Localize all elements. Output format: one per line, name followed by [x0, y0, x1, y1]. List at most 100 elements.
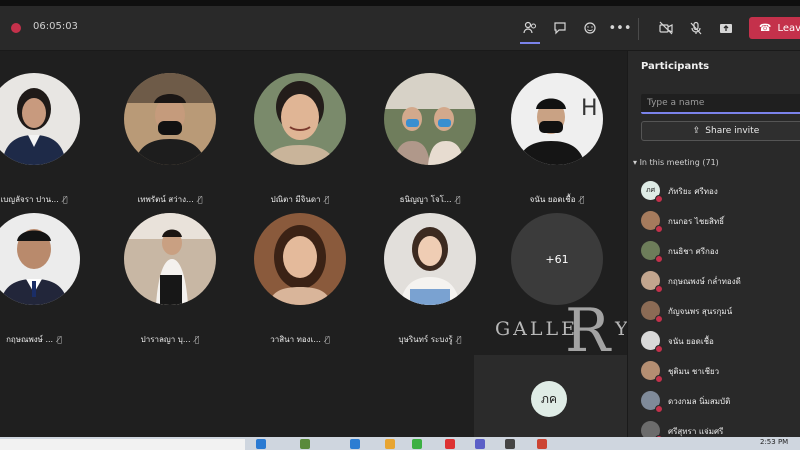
avatar [0, 213, 80, 305]
meeting-toolbar: 06:05:03 ••• ☎ Leave [0, 6, 800, 51]
participant-tile[interactable]: ปาราลญา บุ... 🎙̸ [110, 213, 230, 353]
participant-name: ชุติมน ชาเชียว [668, 367, 720, 376]
share-icon: ⇪ [692, 126, 701, 136]
camera-off-icon[interactable] [654, 16, 678, 40]
list-item[interactable]: กัญจนพร สุนรกุมน์ [641, 299, 800, 329]
participant-name: กนธิชา ศรีกอง [668, 247, 719, 256]
participant-name: จนัน ยอดเชื้อ [668, 337, 714, 346]
participant-tile[interactable]: บุษรินทร์ ระบงรู้ 🎙̸ [370, 213, 490, 353]
phone-icon: ☎ [759, 22, 772, 34]
taskbar-app-icon[interactable] [385, 439, 395, 449]
status-dot [655, 375, 663, 383]
meeting-timer: 06:05:03 [33, 21, 78, 32]
taskbar-app-icon[interactable] [256, 439, 266, 449]
taskbar-clock[interactable]: 2:53 PM [760, 438, 788, 446]
mic-muted-icon: 🎙̸ [324, 195, 330, 204]
participants-panel: Participants Type a name ⇪ Share invite … [627, 51, 800, 443]
share-tray-icon[interactable] [714, 16, 738, 40]
participant-tile[interactable]: ธนิญญา โจโ... 🎙̸ [370, 73, 490, 213]
section-header-in-meeting[interactable]: ▾ In this meeting (71) [633, 158, 719, 167]
avatar [384, 213, 476, 305]
avatar [0, 73, 80, 165]
more-icon[interactable]: ••• [608, 16, 632, 40]
participant-name: กัญจนพร สุนรกุมน์ [668, 307, 733, 316]
mic-muted-icon: 🎙̸ [194, 335, 200, 344]
share-invite-button[interactable]: ⇪ Share invite [641, 121, 800, 141]
participant-name: ปาราลญา บุ... 🎙̸ [140, 335, 200, 344]
mic-muted-icon: 🎙̸ [579, 195, 585, 204]
avatar [384, 73, 476, 165]
participant-tile[interactable]: กฤษณพงษ์ ... 🎙̸ [0, 213, 94, 353]
list-item[interactable]: จนัน ยอดเชื้อ [641, 329, 800, 359]
self-view-tile[interactable]: ภค [474, 355, 627, 441]
svg-text:H: H [581, 96, 598, 121]
more-participants-tile[interactable]: +61 [497, 213, 617, 353]
list-item[interactable]: กนธิชา ศรีกอง [641, 239, 800, 269]
status-dot [655, 315, 663, 323]
status-dot [655, 405, 663, 413]
mic-muted-icon: 🎙̸ [456, 335, 462, 344]
list-item[interactable]: ชุติมน ชาเชียว [641, 359, 800, 389]
mic-muted-icon: 🎙̸ [57, 335, 62, 344]
participant-name: ภัทริยะ ศรีทอง [668, 187, 718, 196]
participant-name: เบญลัจรา ปาน... 🎙̸ [0, 195, 68, 204]
status-dot [655, 225, 663, 233]
taskbar-search[interactable] [0, 439, 245, 450]
more-participants-count[interactable]: +61 [511, 213, 603, 305]
participant-name: เทพรัตน์ สว่าง... 🎙̸ [137, 195, 203, 204]
participant-tile[interactable]: H จนัน ยอดเชื้อ 🎙̸ [497, 73, 617, 213]
participant-name: ธนิญญา โจโ... 🎙̸ [399, 195, 461, 204]
status-dot [655, 285, 663, 293]
avatar [124, 73, 216, 165]
reactions-icon[interactable] [578, 16, 602, 40]
participants-list: ภศ ภัทริยะ ศรีทอง กนกอร ไชยสิทธิ์ กนธิชา… [641, 179, 800, 449]
taskbar-app-icon[interactable] [300, 439, 310, 449]
mic-muted-icon: 🎙̸ [62, 195, 68, 204]
list-item[interactable]: ดวงกมล นิ่มสมบัติ [641, 389, 800, 419]
taskbar-app-icon[interactable] [505, 439, 515, 449]
list-item[interactable]: กฤษณพงษ์ กล่ำทองดี [641, 269, 800, 299]
taskbar-app-icon[interactable] [445, 439, 455, 449]
toolbar-divider [638, 18, 639, 40]
participant-name: กฤษณพงษ์ ... 🎙̸ [6, 335, 62, 344]
taskbar-app-icon[interactable] [475, 439, 485, 449]
participant-name: วาสินา ทองเ... 🎙̸ [270, 335, 330, 344]
participant-name: กฤษณพงษ์ กล่ำทองดี [668, 277, 741, 286]
self-avatar: ภค [531, 381, 567, 417]
participant-tile[interactable]: เบญลัจรา ปาน... 🎙̸ [0, 73, 94, 213]
avatar [254, 213, 346, 305]
leave-button[interactable]: ☎ Leave [749, 17, 800, 39]
leave-label: Leave [777, 22, 800, 34]
avatar: H [511, 73, 603, 165]
participants-icon[interactable] [518, 16, 542, 40]
recording-indicator-icon [11, 23, 21, 33]
taskbar-app-icon[interactable] [537, 439, 547, 449]
mic-muted-icon: 🎙̸ [324, 335, 330, 344]
participant-tile[interactable]: ปณิตา มีจินดา 🎙̸ [240, 73, 360, 213]
mic-muted-icon: 🎙̸ [197, 195, 203, 204]
avatar [254, 73, 346, 165]
list-item[interactable]: ภศ ภัทริยะ ศรีทอง [641, 179, 800, 209]
active-tab-indicator [520, 42, 540, 44]
panel-title: Participants [641, 61, 710, 72]
participant-tile[interactable]: วาสินา ทองเ... 🎙̸ [240, 213, 360, 353]
mic-muted-icon: 🎙̸ [455, 195, 461, 204]
video-stage: เบญลัจรา ปาน... 🎙̸ เทพรัตน์ สว่าง... 🎙̸ ปณ… [0, 51, 627, 441]
search-participants-input[interactable]: Type a name [641, 94, 800, 114]
participant-name: จนัน ยอดเชื้อ 🎙̸ [529, 195, 585, 204]
avatar [124, 213, 216, 305]
participant-name: ดวงกมล นิ่มสมบัติ [668, 397, 731, 406]
list-item[interactable]: กนกอร ไชยสิทธิ์ [641, 209, 800, 239]
taskbar-app-icon[interactable] [412, 439, 422, 449]
participant-name: บุษรินทร์ ระบงรู้ 🎙̸ [398, 335, 462, 344]
participant-name: กนกอร ไชยสิทธิ์ [668, 217, 724, 226]
chat-icon[interactable] [548, 16, 572, 40]
status-dot [655, 345, 663, 353]
status-dot [655, 195, 663, 203]
status-dot [655, 255, 663, 263]
participant-name: ปณิตา มีจินดา 🎙̸ [270, 195, 330, 204]
taskbar-app-icon[interactable] [350, 439, 360, 449]
os-taskbar: 2:53 PM [0, 437, 800, 450]
mic-off-icon[interactable] [684, 16, 708, 40]
participant-tile[interactable]: เทพรัตน์ สว่าง... 🎙̸ [110, 73, 230, 213]
